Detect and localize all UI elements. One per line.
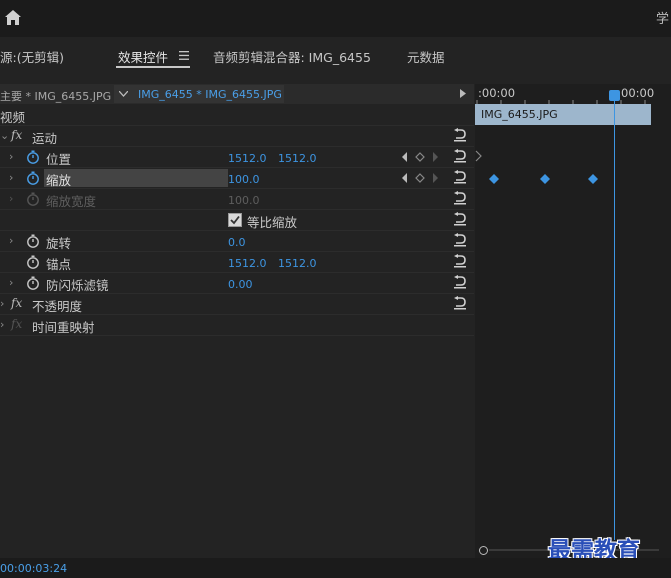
reset-icon[interactable] [452,170,468,184]
master-clip-label[interactable]: 主要 * IMG_6455.JPG [0,88,111,104]
reset-icon[interactable] [452,212,468,226]
top-bar: 学 [0,0,671,37]
expand-chevron-icon[interactable]: › [9,234,13,247]
scale-width-label: 缩放宽度 [46,194,97,209]
active-tab-underline [116,66,190,68]
scale-label: 缩放 [46,173,72,188]
collapse-chevron-icon[interactable]: ⌄ [0,129,9,142]
motion-label: 运动 [32,131,58,146]
expand-chevron-icon[interactable]: › [9,276,13,289]
timeline-clip-name: IMG_6455.JPG [481,108,558,121]
fx-disabled-icon: fx [11,317,23,331]
current-timecode[interactable]: 00:00:03:24 [0,562,67,575]
home-icon[interactable] [4,9,22,27]
playhead-line [614,90,615,540]
reset-icon[interactable] [452,233,468,247]
reset-icon[interactable] [452,254,468,268]
timeline-clip[interactable]: IMG_6455.JPG [475,104,651,125]
position-label: 位置 [46,152,72,167]
anchor-y-value[interactable]: 1512.0 [278,257,317,270]
reset-icon[interactable] [452,275,468,289]
tab-source[interactable]: 源:(无剪辑) [0,47,64,66]
collapse-arrow-icon[interactable] [475,150,483,162]
rotation-value[interactable]: 0.0 [228,236,246,249]
reset-icon[interactable] [452,128,468,142]
rotation-label: 旋转 [46,236,72,251]
row-time-remap[interactable]: › fx 时间重映射 [0,315,474,336]
row-motion[interactable]: ⌄ fx 运动 [0,126,474,147]
stopwatch-active-icon[interactable] [26,150,40,164]
reset-icon[interactable] [452,191,468,205]
stopwatch-icon[interactable] [26,276,40,290]
stopwatch-icon[interactable] [26,234,40,248]
row-video-section: 视频 [0,105,474,126]
scale-value[interactable]: 100.0 [228,173,260,186]
row-rotation[interactable]: › 旋转 0.0 [0,231,474,252]
keyframe-navigator-position[interactable] [400,151,440,163]
anchor-x-value[interactable]: 1512.0 [228,257,267,270]
sequence-clip-label: IMG_6455 * IMG_6455.JPG [138,88,282,101]
playhead-handle[interactable] [609,90,620,101]
row-opacity[interactable]: › fx 不透明度 [0,294,474,315]
tab-effect-controls[interactable]: 效果控件 [118,47,168,66]
tab-audio-clip-mixer[interactable]: 音频剪辑混合器: IMG_6455 [213,47,371,66]
reset-icon[interactable] [452,296,468,310]
row-uniform-scale: 等比缩放 [0,210,474,231]
status-bar: 00:00:03:24 [0,558,671,578]
tab-metadata[interactable]: 元数据 [407,47,445,66]
timeline-panel: :00:00 00:00 IMG_6455.JPG [475,84,671,558]
hamburger-menu-icon[interactable] [179,51,189,60]
expand-chevron-icon[interactable]: › [0,297,4,310]
reset-icon[interactable] [452,149,468,163]
uniform-scale-checkbox[interactable] [228,213,242,227]
chevron-down-icon [119,91,128,97]
time-remap-label: 时间重映射 [32,320,95,335]
video-section-label: 视频 [0,110,26,125]
anchor-label: 锚点 [46,257,72,272]
row-anti-flicker[interactable]: › 防闪烁滤镜 0.00 [0,273,474,294]
scale-label-highlight [44,169,228,187]
stopwatch-icon[interactable] [26,255,40,269]
keyframe-track-scale[interactable] [487,172,617,186]
play-triangle-icon[interactable] [460,89,466,98]
stopwatch-disabled-icon [27,192,39,206]
opacity-label: 不透明度 [32,299,83,314]
fx-icon[interactable]: fx [11,128,22,142]
expand-chevron-icon[interactable]: › [9,150,13,163]
stopwatch-active-icon[interactable] [26,171,40,185]
top-right-text: 学 [656,12,670,27]
anti-flicker-value[interactable]: 0.00 [228,278,253,291]
uniform-scale-label: 等比缩放 [247,215,298,230]
sequence-clip-dropdown[interactable]: IMG_6455 * IMG_6455.JPG [114,85,284,103]
clip-selector-bar: 主要 * IMG_6455.JPG IMG_6455 * IMG_6455.JP… [0,84,474,104]
expand-chevron-icon[interactable]: › [9,171,13,184]
position-y-value[interactable]: 1512.0 [278,152,317,165]
anti-flicker-label: 防闪烁滤镜 [46,278,109,293]
expand-chevron-icon[interactable]: › [0,318,4,331]
fx-icon[interactable]: fx [11,296,22,310]
scroll-handle-icon[interactable] [479,546,488,555]
keyframe-navigator-scale[interactable] [400,172,440,184]
row-scale-width: › 缩放宽度 100.0 [0,189,474,210]
position-x-value[interactable]: 1512.0 [228,152,267,165]
scale-width-value: 100.0 [228,194,260,207]
expand-chevron-icon: › [9,192,14,205]
row-anchor[interactable]: 锚点 1512.0 1512.0 [0,252,474,273]
panel-tab-bar: 源:(无剪辑) 效果控件 音频剪辑混合器: IMG_6455 元数据 [0,37,671,75]
